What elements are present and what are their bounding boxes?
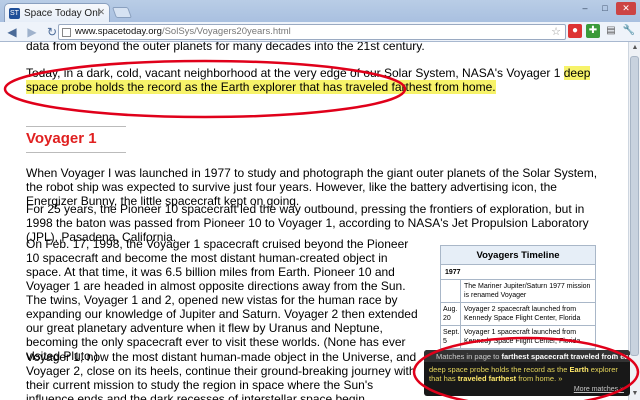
site-favicon-icon: ST: [9, 7, 20, 19]
timeline-year: 1977: [441, 265, 595, 280]
table-row: Aug. 20 Voyager 2 spacecraft launched fr…: [441, 303, 595, 326]
find-results-popup[interactable]: Matches in page to farthest spacecraft t…: [424, 350, 630, 396]
bookmark-star-icon[interactable]: ☆: [551, 25, 561, 39]
extension-red-icon[interactable]: ●: [568, 24, 582, 38]
page-menu-icon[interactable]: ▤: [604, 24, 618, 38]
window-controls: – □ ✕: [576, 2, 636, 15]
page-content: data from beyond the outer planets for m…: [0, 42, 628, 400]
new-tab-button[interactable]: [111, 7, 133, 18]
maximize-button[interactable]: □: [596, 2, 614, 15]
back-arrow-icon[interactable]: ◀: [4, 24, 20, 40]
tab-strip: ST Space Today Online - V ✕ – □ ✕: [0, 0, 640, 22]
scroll-up-icon[interactable]: ▲: [630, 43, 640, 53]
extension-green-icon[interactable]: ✚: [586, 24, 600, 38]
scroll-down-icon[interactable]: ▼: [630, 389, 640, 399]
timeline-event: Voyager 1 spacecraft launched from Kenne…: [464, 329, 581, 345]
timeline-date: Aug. 20: [441, 303, 461, 325]
paragraph-intro-tail: data from beyond the outer planets for m…: [26, 42, 425, 53]
match-keyword-traveled: traveled farthest: [457, 374, 517, 383]
find-match-snippet[interactable]: deep space probe holds the record as the…: [424, 362, 630, 386]
window-close-button[interactable]: ✕: [616, 2, 636, 15]
timeline-title: Voyagers Timeline: [441, 246, 595, 265]
url-path: /SolSys/Voyagers20years.html: [161, 26, 291, 37]
find-prefix: Matches in page to: [436, 352, 502, 361]
close-icon[interactable]: ✕: [620, 352, 626, 361]
table-row: The Mariner Jupiter/Saturn 1977 mission …: [441, 280, 595, 303]
paragraph-current: Voyager 1, now the most distant human-ma…: [26, 350, 417, 400]
timeline-table: Voyagers Timeline 1977 The Mariner Jupit…: [440, 245, 596, 350]
heading-rule-bottom: [26, 152, 126, 153]
help-icon[interactable]: ?: [612, 352, 616, 361]
toolbar-extensions: ● ✚ ▤ 🔧: [568, 24, 636, 38]
heading-rule-top: [26, 126, 126, 127]
browser-toolbar: ◀ ▶ ↻ www.spacetoday.org/SolSys/Voyagers…: [0, 22, 640, 42]
minimize-button[interactable]: –: [576, 2, 594, 15]
url-host: www.spacetoday.org: [75, 26, 162, 37]
section-heading: Voyager 1: [26, 130, 97, 147]
more-matches-link[interactable]: More matches »: [574, 385, 624, 394]
vertical-scrollbar[interactable]: ▲ ▼: [628, 42, 640, 400]
paragraph-distance: On Feb. 17, 1998, the Voyager 1 spacecra…: [26, 237, 409, 293]
table-row: Sept. 5 Voyager 1 spacecraft launched fr…: [441, 326, 595, 349]
timeline-date: [441, 280, 461, 302]
scroll-thumb[interactable]: [630, 56, 639, 356]
browser-tab[interactable]: ST Space Today Online - V ✕: [4, 3, 110, 22]
paragraph-today: Today, in a dark, cold, vacant neighborh…: [26, 66, 611, 94]
match-keyword-earth: Earth: [569, 365, 589, 374]
timeline-event: Voyager 2 spacecraft launched from Kenne…: [464, 306, 581, 322]
find-popup-header: Matches in page to farthest spacecraft t…: [424, 350, 630, 362]
match-text-post: from home. »: [516, 374, 563, 383]
timeline-event: The Mariner Jupiter/Saturn 1977 mission …: [464, 283, 591, 299]
paragraph-today-plain: Today, in a dark, cold, vacant neighborh…: [26, 66, 564, 80]
tab-close-icon[interactable]: ✕: [97, 7, 105, 18]
page-icon: [62, 28, 71, 37]
match-text-pre: deep space probe holds the record as the: [429, 365, 570, 374]
tab-title: Space Today Online - V: [24, 7, 100, 19]
wrench-icon[interactable]: 🔧: [622, 24, 636, 38]
forward-arrow-icon[interactable]: ▶: [24, 24, 40, 40]
address-bar[interactable]: www.spacetoday.org/SolSys/Voyagers20year…: [58, 24, 566, 40]
timeline-date: Sept. 5: [441, 326, 461, 348]
find-query: farthest spacecraft traveled from earth: [501, 352, 630, 361]
